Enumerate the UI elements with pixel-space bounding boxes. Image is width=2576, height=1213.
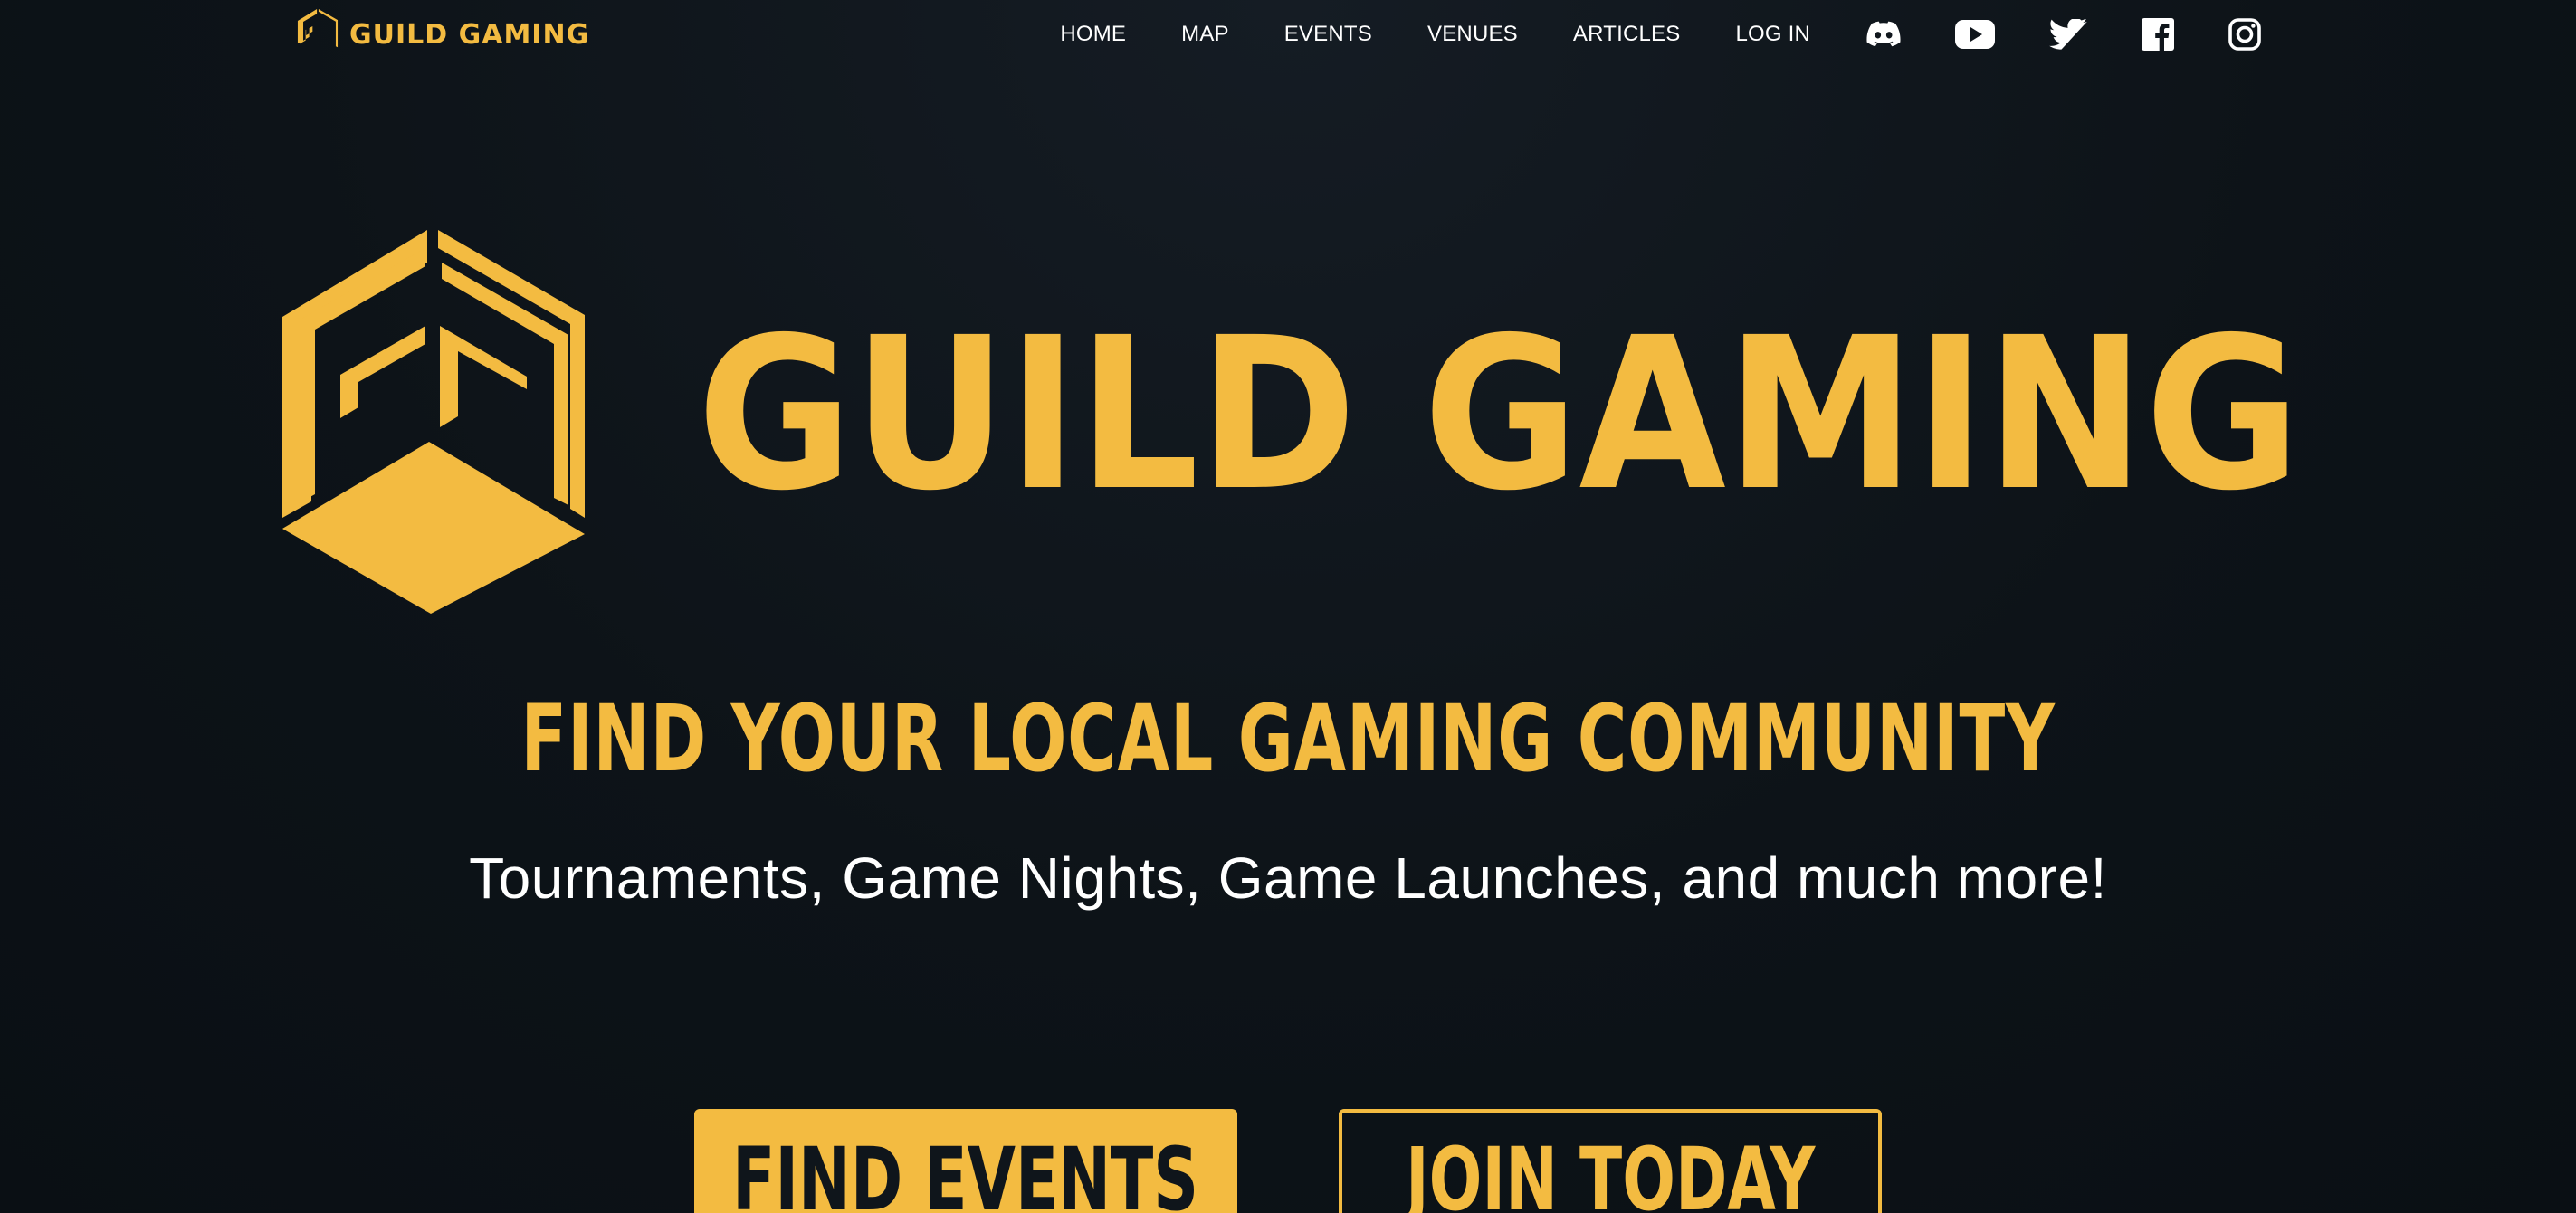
join-today-label: JOIN TODAY [1405, 1129, 1816, 1213]
nav-venues-link[interactable]: VENUES [1427, 22, 1518, 47]
discord-icon[interactable] [1866, 21, 1901, 48]
youtube-icon[interactable] [1955, 20, 1995, 49]
instagram-icon[interactable] [2228, 18, 2261, 51]
brand-name: GUILD GAMING [349, 18, 590, 51]
nav-map-link[interactable]: MAP [1181, 22, 1229, 47]
main-nav: HOME MAP EVENTS VENUES ARTICLES LOG IN [1060, 0, 2261, 69]
nav-home-link[interactable]: HOME [1060, 22, 1126, 47]
nav-events-link[interactable]: EVENTS [1284, 22, 1372, 47]
twitter-icon[interactable] [2049, 19, 2087, 50]
nav-login-link[interactable]: LOG IN [1735, 22, 1810, 47]
brand-logo-link[interactable]: GUILD GAMING [297, 9, 589, 60]
hero-subtitle: Tournaments, Game Nights, Game Launches,… [469, 845, 2107, 911]
find-events-label: FIND EVENTS [732, 1129, 1199, 1213]
find-events-button[interactable]: FIND EVENTS [694, 1109, 1237, 1213]
hero-tagline: FIND YOUR LOCAL GAMING COMMUNITY [520, 685, 2056, 793]
hero-title: GUILD GAMING [697, 306, 2301, 523]
hero-guild-logo-icon [282, 230, 585, 614]
join-today-button[interactable]: JOIN TODAY [1339, 1109, 1882, 1213]
hero-title-wordmark: GUILD GAMING [697, 306, 2301, 523]
nav-articles-link[interactable]: ARTICLES [1573, 22, 1681, 47]
facebook-icon[interactable] [2142, 18, 2174, 51]
top-navigation-bar: GUILD GAMING HOME MAP EVENTS VENUES ARTI… [0, 0, 2576, 69]
guild-gaming-logo-icon [297, 9, 339, 48]
social-links [1866, 18, 2261, 51]
